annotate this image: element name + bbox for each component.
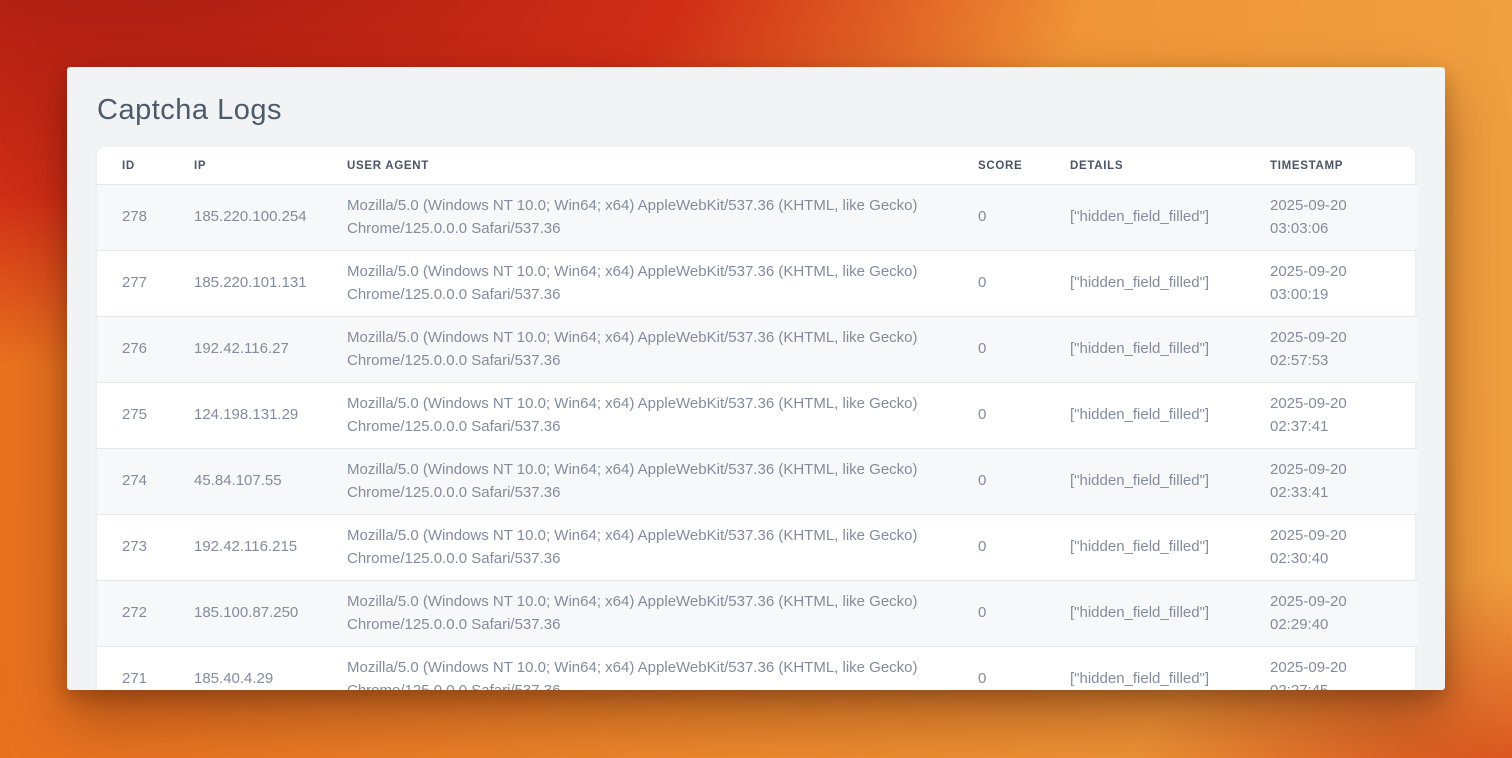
col-header-id: ID [97, 147, 194, 185]
cell-timestamp: 2025-09-20 02:30:40 [1270, 515, 1418, 581]
table-row: 273192.42.116.215Mozilla/5.0 (Windows NT… [97, 515, 1418, 581]
cell-user_agent: Mozilla/5.0 (Windows NT 10.0; Win64; x64… [347, 317, 978, 383]
cell-timestamp: 2025-09-20 02:33:41 [1270, 449, 1418, 515]
cell-ip: 192.42.116.215 [194, 515, 347, 581]
table-row: 277185.220.101.131Mozilla/5.0 (Windows N… [97, 251, 1418, 317]
table-row: 275124.198.131.29Mozilla/5.0 (Windows NT… [97, 383, 1418, 449]
cell-id: 276 [97, 317, 194, 383]
cell-ip: 185.100.87.250 [194, 581, 347, 647]
cell-user_agent: Mozilla/5.0 (Windows NT 10.0; Win64; x64… [347, 515, 978, 581]
cell-id: 274 [97, 449, 194, 515]
cell-score: 0 [978, 647, 1070, 691]
cell-details: ["hidden_field_filled"] [1070, 383, 1270, 449]
cell-details: ["hidden_field_filled"] [1070, 581, 1270, 647]
cell-score: 0 [978, 449, 1070, 515]
cell-details: ["hidden_field_filled"] [1070, 317, 1270, 383]
cell-details: ["hidden_field_filled"] [1070, 647, 1270, 691]
table-row: 271185.40.4.29Mozilla/5.0 (Windows NT 10… [97, 647, 1418, 691]
cell-id: 275 [97, 383, 194, 449]
cell-timestamp: 2025-09-20 02:29:40 [1270, 581, 1418, 647]
cell-ip: 124.198.131.29 [194, 383, 347, 449]
cell-details: ["hidden_field_filled"] [1070, 251, 1270, 317]
cell-user_agent: Mozilla/5.0 (Windows NT 10.0; Win64; x64… [347, 383, 978, 449]
cell-timestamp: 2025-09-20 02:27:45 [1270, 647, 1418, 691]
table-row: 276192.42.116.27Mozilla/5.0 (Windows NT … [97, 317, 1418, 383]
cell-ip: 185.40.4.29 [194, 647, 347, 691]
cell-timestamp: 2025-09-20 02:37:41 [1270, 383, 1418, 449]
cell-details: ["hidden_field_filled"] [1070, 185, 1270, 251]
cell-details: ["hidden_field_filled"] [1070, 515, 1270, 581]
cell-details: ["hidden_field_filled"] [1070, 449, 1270, 515]
table-body: 278185.220.100.254Mozilla/5.0 (Windows N… [97, 185, 1418, 691]
cell-timestamp: 2025-09-20 03:00:19 [1270, 251, 1418, 317]
col-header-ip: IP [194, 147, 347, 185]
table-row: 278185.220.100.254Mozilla/5.0 (Windows N… [97, 185, 1418, 251]
cell-score: 0 [978, 317, 1070, 383]
cell-user_agent: Mozilla/5.0 (Windows NT 10.0; Win64; x64… [347, 581, 978, 647]
cell-ip: 185.220.100.254 [194, 185, 347, 251]
col-header-details: DETAILS [1070, 147, 1270, 185]
page-title: Captcha Logs [97, 94, 1415, 127]
table-header-row: ID IP USER AGENT SCORE DETAILS TIMESTAMP [97, 147, 1418, 185]
cell-id: 273 [97, 515, 194, 581]
cell-user_agent: Mozilla/5.0 (Windows NT 10.0; Win64; x64… [347, 449, 978, 515]
cell-user_agent: Mozilla/5.0 (Windows NT 10.0; Win64; x64… [347, 251, 978, 317]
col-header-user-agent: USER AGENT [347, 147, 978, 185]
logs-table-container: ID IP USER AGENT SCORE DETAILS TIMESTAMP… [97, 147, 1415, 690]
cell-user_agent: Mozilla/5.0 (Windows NT 10.0; Win64; x64… [347, 647, 978, 691]
cell-id: 277 [97, 251, 194, 317]
captcha-logs-card: Captcha Logs ID IP USER AGENT SCORE DETA… [67, 67, 1445, 690]
cell-id: 272 [97, 581, 194, 647]
cell-ip: 45.84.107.55 [194, 449, 347, 515]
cell-user_agent: Mozilla/5.0 (Windows NT 10.0; Win64; x64… [347, 185, 978, 251]
table-row: 272185.100.87.250Mozilla/5.0 (Windows NT… [97, 581, 1418, 647]
cell-score: 0 [978, 383, 1070, 449]
cell-score: 0 [978, 251, 1070, 317]
cell-ip: 192.42.116.27 [194, 317, 347, 383]
col-header-score: SCORE [978, 147, 1070, 185]
cell-score: 0 [978, 581, 1070, 647]
cell-ip: 185.220.101.131 [194, 251, 347, 317]
col-header-timestamp: TIMESTAMP [1270, 147, 1418, 185]
cell-timestamp: 2025-09-20 03:03:06 [1270, 185, 1418, 251]
cell-id: 278 [97, 185, 194, 251]
cell-id: 271 [97, 647, 194, 691]
captcha-logs-table: ID IP USER AGENT SCORE DETAILS TIMESTAMP… [97, 147, 1418, 690]
cell-score: 0 [978, 185, 1070, 251]
cell-score: 0 [978, 515, 1070, 581]
table-row: 27445.84.107.55Mozilla/5.0 (Windows NT 1… [97, 449, 1418, 515]
cell-timestamp: 2025-09-20 02:57:53 [1270, 317, 1418, 383]
